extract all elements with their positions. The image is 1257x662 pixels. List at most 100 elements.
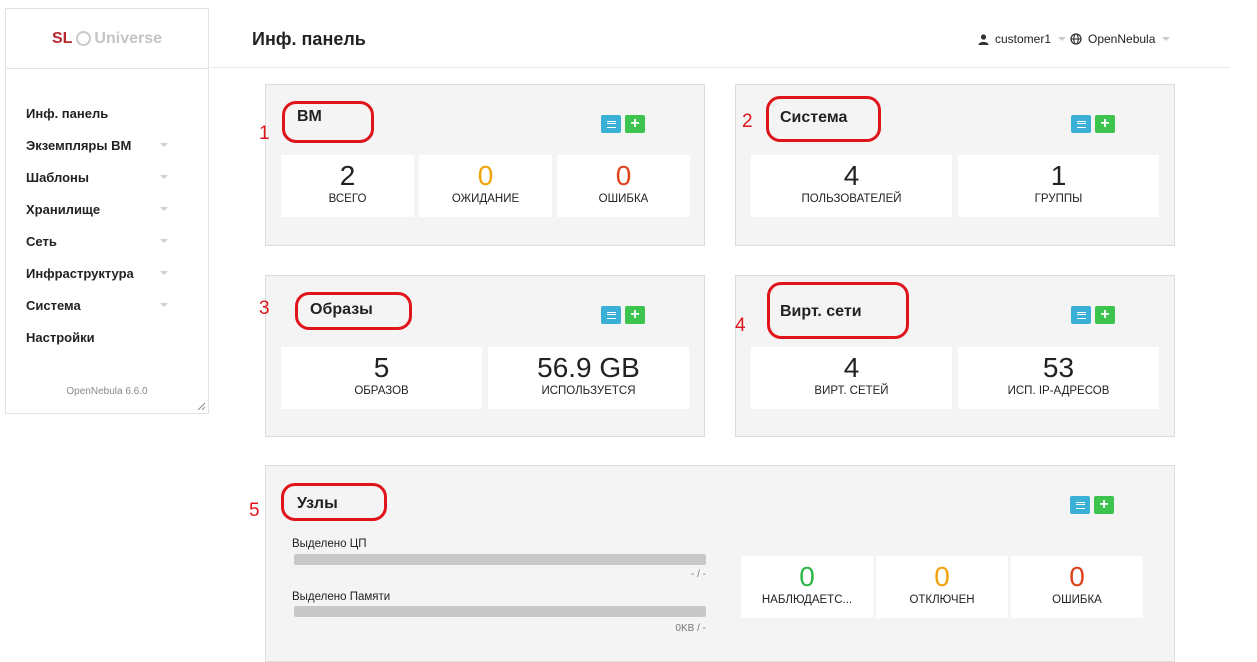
sidebar-menu: Инф. панель Экземпляры ВМ Шаблоны Хранил… <box>6 69 208 353</box>
stat-used-ips[interactable]: 53 ИСП. IP-АДРЕСОВ <box>958 347 1159 409</box>
sidebar-item-network[interactable]: Сеть <box>6 225 208 257</box>
annotation-highlight <box>281 483 387 521</box>
chevron-down-icon <box>160 143 168 147</box>
page-title: Инф. панель <box>252 29 366 49</box>
logo-sl: SL <box>51 29 73 47</box>
stat-label: ОБРАЗОВ <box>354 385 409 397</box>
add-button[interactable]: + <box>1095 115 1115 133</box>
annotation-number: 4 <box>735 315 746 336</box>
memory-allocated-bar <box>294 606 706 617</box>
stat-images-used[interactable]: 56.9 GB ИСПОЛЬЗУЕТСЯ <box>488 347 689 409</box>
stat-label: ОЖИДАНИЕ <box>451 193 520 205</box>
list-button[interactable] <box>1071 306 1091 324</box>
panel-actions: + <box>1071 306 1115 324</box>
memory-allocated-label: Выделено Памяти <box>292 591 391 603</box>
add-button[interactable]: + <box>1094 496 1114 514</box>
stat-groups[interactable]: 1 ГРУППЫ <box>958 155 1159 217</box>
sidebar-item-label: Инфраструктура <box>26 265 134 281</box>
sidebar-item-vm-instances[interactable]: Экземпляры ВМ <box>6 129 208 161</box>
stat-value: 56.9 GB <box>537 352 640 383</box>
zone-menu[interactable]: OpenNebula <box>1070 32 1171 46</box>
sidebar-item-label: Инф. панель <box>26 105 109 121</box>
stat-value: 5 <box>373 352 390 383</box>
sidebar-item-label: Экземпляры ВМ <box>26 137 132 153</box>
chevron-down-icon <box>1162 37 1171 41</box>
memory-allocated-value: 0KB / - <box>675 623 706 634</box>
sidebar-item-settings[interactable]: Настройки <box>6 321 208 353</box>
cpu-allocated-value: - / - <box>691 569 706 580</box>
sidebar-item-infrastructure[interactable]: Инфраструктура <box>6 257 208 289</box>
cpu-allocated-label: Выделено ЦП <box>292 538 367 550</box>
stat-hosts-disabled[interactable]: 0 ОТКЛЮЧЕН <box>876 556 1008 618</box>
stat-label: ВСЕГО <box>328 193 367 205</box>
stat-value: 0 <box>477 160 494 191</box>
stat-images-count[interactable]: 5 ОБРАЗОВ <box>281 347 482 409</box>
stat-users[interactable]: 4 ПОЛЬЗОВАТЕЛЕЙ <box>751 155 952 217</box>
plus-icon: + <box>630 306 640 323</box>
stat-label: ОШИБКА <box>598 193 649 205</box>
cpu-allocated-bar <box>294 554 706 565</box>
logo-mark-icon <box>76 31 92 46</box>
chevron-down-icon <box>160 271 168 275</box>
stat-value: 4 <box>843 352 860 383</box>
user-icon <box>978 33 989 45</box>
annotation-number: 2 <box>742 111 753 132</box>
annotation-number: 1 <box>259 123 270 144</box>
sidebar-item-label: Шаблоны <box>26 169 89 185</box>
plus-icon: + <box>1099 496 1109 513</box>
globe-icon <box>1070 33 1082 45</box>
chevron-down-icon <box>160 175 168 179</box>
sidebar-item-templates[interactable]: Шаблоны <box>6 161 208 193</box>
stat-label: ИСПОЛЬЗУЕТСЯ <box>541 385 636 397</box>
add-button[interactable]: + <box>625 115 645 133</box>
user-name: customer1 <box>995 32 1052 46</box>
list-button[interactable] <box>1071 115 1091 133</box>
panel-actions: + <box>601 306 645 324</box>
list-button[interactable] <box>1070 496 1090 514</box>
annotation-highlight <box>295 292 412 330</box>
annotation-highlight <box>766 96 881 142</box>
stat-vm-pending[interactable]: 0 ОЖИДАНИЕ <box>419 155 552 217</box>
panel-actions: + <box>1070 496 1114 514</box>
list-button[interactable] <box>601 115 621 133</box>
stat-value: 0 <box>615 160 632 191</box>
chevron-down-icon <box>160 207 168 211</box>
sidebar-item-label: Система <box>26 297 81 313</box>
resize-handle-icon[interactable] <box>197 402 205 410</box>
add-button[interactable]: + <box>625 306 645 324</box>
sidebar: SL Universe Инф. панель Экземпляры ВМ Ша… <box>5 8 209 414</box>
stat-vm-error[interactable]: 0 ОШИБКА <box>557 155 690 217</box>
list-button[interactable] <box>601 306 621 324</box>
plus-icon: + <box>1100 306 1110 323</box>
sidebar-item-label: Хранилище <box>26 201 101 217</box>
top-header: Инф. панель customer1 OpenNebula <box>210 8 1230 68</box>
add-button[interactable]: + <box>1095 306 1115 324</box>
list-icon <box>1075 501 1085 509</box>
stat-value: 0 <box>799 561 815 592</box>
stat-vm-total[interactable]: 2 ВСЕГО <box>281 155 414 217</box>
stat-hosts-error[interactable]: 0 ОШИБКА <box>1011 556 1143 618</box>
chevron-down-icon <box>160 239 168 243</box>
chevron-down-icon <box>1058 37 1067 41</box>
stat-label: ГРУППЫ <box>1034 193 1083 205</box>
stat-vnets-count[interactable]: 4 ВИРТ. СЕТЕЙ <box>751 347 952 409</box>
annotation-highlight <box>767 282 909 339</box>
stat-label: ОШИБКА <box>1052 594 1102 606</box>
stat-value: 53 <box>1042 352 1075 383</box>
stat-label: ВИРТ. СЕТЕЙ <box>814 385 889 397</box>
panel-actions: + <box>601 115 645 133</box>
zone-name: OpenNebula <box>1088 32 1156 46</box>
sidebar-item-label: Сеть <box>26 233 57 249</box>
user-menu[interactable]: customer1 <box>978 32 1067 46</box>
sidebar-item-storage[interactable]: Хранилище <box>6 193 208 225</box>
plus-icon: + <box>1100 115 1110 132</box>
sidebar-item-dashboard[interactable]: Инф. панель <box>6 97 208 129</box>
sidebar-item-system[interactable]: Система <box>6 289 208 321</box>
logo[interactable]: SL Universe <box>6 9 208 69</box>
list-icon <box>1076 311 1086 319</box>
stat-label: ОТКЛЮЧЕН <box>909 594 975 606</box>
stat-label: НАБЛЮДАЕТС... <box>761 594 853 606</box>
stat-label: ИСП. IP-АДРЕСОВ <box>1007 385 1110 397</box>
stat-label: ПОЛЬЗОВАТЕЛЕЙ <box>801 193 902 205</box>
stat-hosts-monitored[interactable]: 0 НАБЛЮДАЕТС... <box>741 556 873 618</box>
